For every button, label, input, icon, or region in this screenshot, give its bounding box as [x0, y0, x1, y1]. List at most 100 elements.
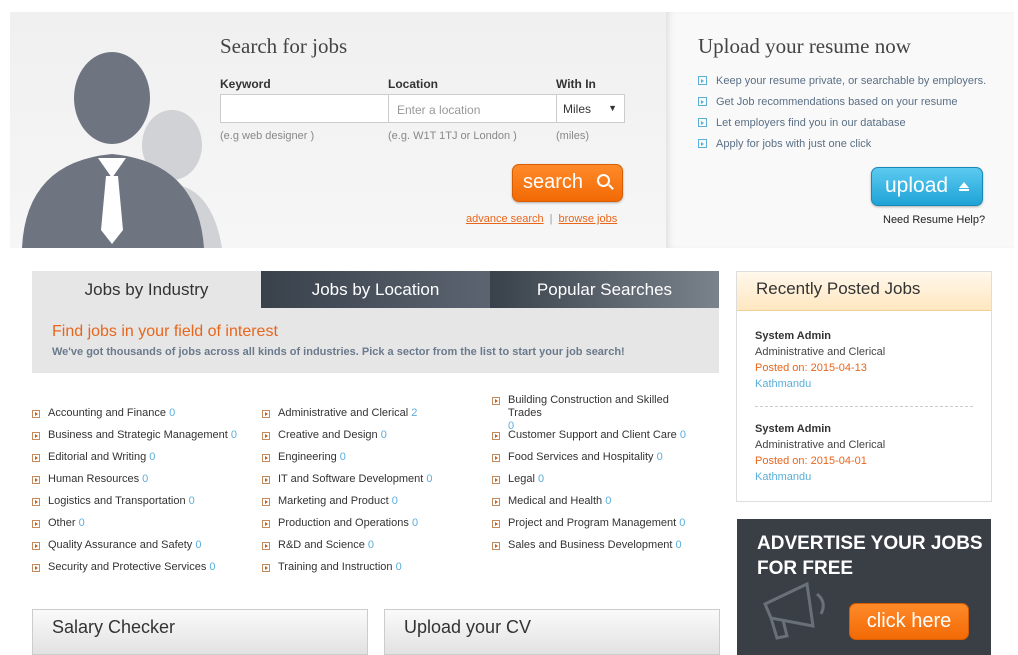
arrow-box-icon: [32, 454, 40, 462]
industry-count: 2: [411, 407, 418, 419]
location-hint: (e.g. W1T 1TJ or London ): [388, 130, 517, 142]
upload-button[interactable]: upload: [871, 167, 983, 206]
industry-count: 0: [679, 517, 686, 529]
salary-checker-title: Salary Checker: [52, 617, 176, 637]
tab-jobs-by-location[interactable]: Jobs by Location: [261, 271, 490, 308]
dropdown-arrow-icon: ▼: [608, 103, 617, 113]
industry-count: 0: [679, 429, 686, 441]
megaphone-icon: [763, 581, 825, 640]
arrow-box-icon: [492, 432, 500, 440]
industry-item[interactable]: Sales and Business Development 0: [492, 539, 704, 552]
industry-count: 0: [339, 451, 346, 463]
industry-item[interactable]: Project and Program Management 0: [492, 517, 704, 530]
within-select[interactable]: Miles ▼: [556, 94, 625, 123]
industry-item[interactable]: Business and Strategic Management 0: [32, 429, 244, 442]
industry-name: Food Services and Hospitality: [508, 451, 654, 463]
industry-count: 0: [656, 451, 663, 463]
industry-item[interactable]: Logistics and Transportation 0: [32, 495, 244, 508]
jobs-tabs: Jobs by Industry Jobs by Location Popula…: [32, 271, 719, 308]
upload-cv-panel[interactable]: Upload your CV: [384, 609, 720, 655]
industry-name: Administrative and Clerical: [278, 407, 409, 419]
benefit-item: Apply for jobs with just one click: [698, 133, 986, 154]
industry-item[interactable]: Marketing and Product 0: [262, 495, 474, 508]
industry-count: 0: [367, 539, 375, 551]
industry-item[interactable]: Security and Protective Services 0: [32, 561, 244, 574]
salary-checker-panel[interactable]: Salary Checker: [32, 609, 368, 655]
industry-item[interactable]: Human Resources 0: [32, 473, 244, 486]
industry-name: Other: [48, 517, 76, 529]
keyword-input[interactable]: [220, 94, 389, 123]
search-title: Search for jobs: [220, 34, 348, 58]
industry-count: 0: [209, 561, 216, 573]
page: Search for jobs Keyword (e.g web designe…: [0, 0, 1018, 655]
job-location[interactable]: Kathmandu: [755, 469, 885, 485]
industry-name: Training and Instruction: [278, 561, 393, 573]
industry-item[interactable]: Administrative and Clerical 2: [262, 407, 474, 420]
industry-name: Quality Assurance and Safety: [48, 539, 193, 551]
industry-item[interactable]: Customer Support and Client Care 0: [492, 429, 704, 442]
industry-count: 0: [411, 517, 419, 529]
industry-item[interactable]: Legal 0: [492, 473, 704, 486]
benefit-item: Get Job recommendations based on your re…: [698, 91, 986, 112]
industry-item[interactable]: IT and Software Development 0: [262, 473, 474, 486]
industry-item[interactable]: Medical and Health 0: [492, 495, 704, 508]
upload-button-label: upload: [885, 174, 949, 197]
arrow-box-icon: [262, 498, 270, 506]
arrow-box-icon: [492, 476, 500, 484]
browse-jobs-link[interactable]: browse jobs: [559, 213, 618, 225]
benefit-item: Keep your resume private, or searchable …: [698, 70, 986, 91]
link-separator: |: [549, 213, 553, 225]
benefit-text: Let employers find you in our database: [716, 116, 906, 129]
advance-search-link[interactable]: advance search: [466, 213, 544, 225]
industry-name: Business and Strategic Management: [48, 429, 228, 441]
tab-popular-searches[interactable]: Popular Searches: [490, 271, 719, 308]
location-input[interactable]: Enter a location: [388, 94, 557, 123]
industry-item[interactable]: Accounting and Finance 0: [32, 407, 244, 420]
job-posted-date: Posted on: 2015-04-01: [755, 455, 867, 467]
upload-arrow-icon: [959, 182, 969, 191]
recent-job-item[interactable]: System Admin Administrative and Clerical…: [755, 328, 885, 392]
industry-count: 0: [426, 473, 433, 485]
benefit-text: Get Job recommendations based on your re…: [716, 95, 958, 108]
industry-item[interactable]: R&D and Science 0: [262, 539, 474, 552]
industry-item[interactable]: Editorial and Writing 0: [32, 451, 244, 464]
industry-item[interactable]: Food Services and Hospitality 0: [492, 451, 704, 464]
job-title[interactable]: System Admin: [755, 328, 885, 344]
upload-title: Upload your resume now: [698, 34, 911, 58]
arrow-box-icon: [262, 410, 270, 418]
intro-text: We've got thousands of jobs across all k…: [52, 346, 625, 358]
industry-item[interactable]: Training and Instruction 0: [262, 561, 474, 574]
arrow-box-icon: [32, 410, 40, 418]
tab-jobs-by-industry[interactable]: Jobs by Industry: [32, 271, 261, 308]
upload-resume-panel: Upload your resume now Keep your resume …: [666, 12, 1014, 248]
resume-help-link[interactable]: Need Resume Help?: [883, 214, 985, 226]
industry-item[interactable]: Creative and Design 0: [262, 429, 474, 442]
industry-name: Sales and Business Development: [508, 539, 673, 551]
industry-item[interactable]: Building Construction and Skilled Trades…: [492, 394, 704, 433]
click-here-button[interactable]: click here: [849, 603, 969, 640]
arrow-box-icon: [262, 520, 270, 528]
keyword-hint: (e.g web designer ): [220, 130, 315, 142]
arrow-box-icon: [492, 520, 500, 528]
industry-item[interactable]: Other 0: [32, 517, 244, 530]
job-divider: [755, 406, 973, 407]
within-select-value: Miles: [563, 102, 592, 116]
industry-count: 0: [142, 473, 149, 485]
industry-name: Creative and Design: [278, 429, 378, 441]
arrow-box-icon: [262, 476, 270, 484]
arrow-box-icon: [32, 542, 40, 550]
recent-job-item[interactable]: System Admin Administrative and Clerical…: [755, 421, 885, 485]
industry-item[interactable]: Quality Assurance and Safety 0: [32, 539, 244, 552]
industry-item[interactable]: Production and Operations 0: [262, 517, 474, 530]
arrow-box-icon: [698, 76, 707, 85]
industry-count: 0: [195, 539, 202, 551]
industry-name: Production and Operations: [278, 517, 409, 529]
search-button[interactable]: search: [512, 164, 623, 202]
arrow-box-icon: [262, 542, 270, 550]
upload-benefits-list: Keep your resume private, or searchable …: [698, 70, 986, 154]
arrow-box-icon: [492, 454, 500, 462]
job-location[interactable]: Kathmandu: [755, 376, 885, 392]
industry-item[interactable]: Engineering 0: [262, 451, 474, 464]
job-title[interactable]: System Admin: [755, 421, 885, 437]
industry-name: Building Construction and Skilled Trades: [508, 394, 669, 419]
